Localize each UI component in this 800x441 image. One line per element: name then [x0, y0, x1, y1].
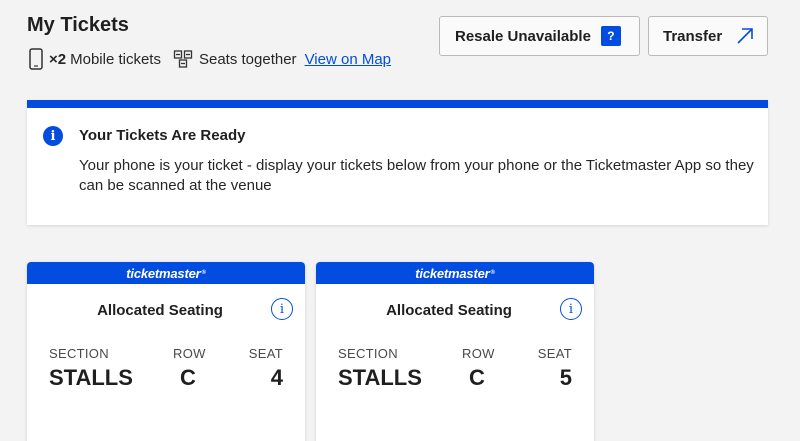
transfer-button[interactable]: Transfer — [648, 16, 768, 56]
row-label: ROW — [173, 346, 206, 361]
seat-label: SEAT — [537, 346, 572, 361]
arrow-up-right-icon — [736, 27, 754, 45]
section-label: SECTION — [49, 346, 109, 361]
notice-body: Your phone is your ticket - display your… — [79, 157, 754, 194]
notice-heading: Your Tickets Are Ready — [79, 127, 246, 144]
section-value: STALLS — [338, 365, 422, 390]
mobile-phone-icon — [29, 48, 43, 70]
ticket-brand-band: ticketmaster ® — [316, 262, 594, 284]
seating-type: Allocated Seating — [386, 302, 512, 319]
ticket-brand-band: ticketmaster ® — [27, 262, 305, 284]
ticket-meta: ×2 Mobile tickets Seats together View on… — [29, 48, 391, 70]
seat-value: 5 — [559, 365, 572, 390]
section-value: STALLS — [49, 365, 133, 390]
ticketmaster-logo: ticketmaster — [415, 265, 490, 281]
row-value: C — [180, 365, 196, 390]
seats-together-icon — [173, 49, 193, 69]
ticket-info-icon[interactable]: i — [560, 298, 582, 320]
section-label: SECTION — [338, 346, 398, 361]
seat-label: SEAT — [248, 346, 283, 361]
row-label: ROW — [462, 346, 495, 361]
my-tickets-page: My Tickets ×2 Mobile tickets Seats toget… — [0, 0, 800, 441]
ticket-card[interactable]: ticketmaster ® Allocated Seating i SECTIO… — [316, 262, 594, 441]
ticket-info-icon[interactable]: i — [271, 298, 293, 320]
transfer-label: Transfer — [663, 27, 723, 45]
seats-together-text: Seats together — [198, 50, 297, 68]
ticket-count: ×2 — [49, 50, 67, 68]
page-title: My Tickets — [27, 14, 129, 36]
tickets-ready-notice: i Your Tickets Are Ready Your phone is y… — [27, 100, 768, 225]
resale-unavailable-button[interactable]: Resale Unavailable ? — [439, 16, 640, 56]
view-on-map-link[interactable]: View on Map — [305, 51, 391, 68]
seating-type: Allocated Seating — [97, 302, 223, 319]
ticket-type: Mobile tickets — [70, 50, 161, 68]
row-value: C — [469, 365, 485, 390]
ticketmaster-logo: ticketmaster — [126, 265, 201, 281]
resale-label: Resale Unavailable — [455, 27, 591, 45]
help-icon[interactable]: ? — [600, 26, 621, 46]
info-icon: i — [43, 126, 63, 146]
ticket-card[interactable]: ticketmaster ® Allocated Seating i SECTIO… — [27, 262, 305, 441]
seat-value: 4 — [270, 365, 283, 390]
